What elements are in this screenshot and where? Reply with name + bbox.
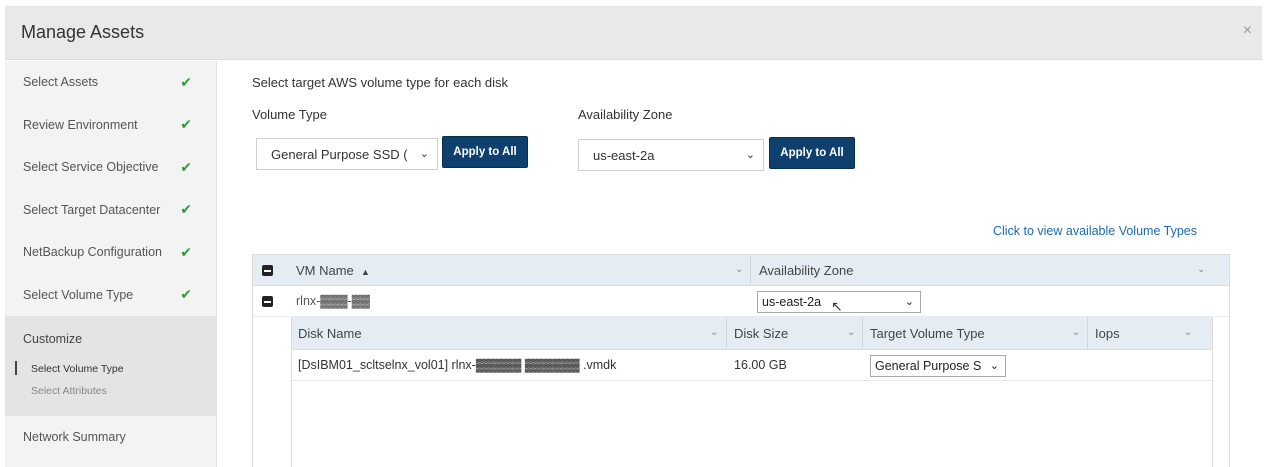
chevron-down-icon[interactable]: ⌄ [847, 327, 855, 338]
row-availability-zone-value: us-east-2a [762, 295, 822, 309]
column-divider [750, 255, 751, 286]
availability-zone-apply-button[interactable]: Apply to All [769, 137, 855, 169]
sidebar-item-label: Review Environment [23, 117, 138, 132]
chevron-down-icon[interactable]: ⌄ [735, 264, 743, 275]
check-icon: ✔ [180, 116, 192, 133]
chevron-down-icon[interactable]: ⌄ [1072, 327, 1080, 338]
target-volume-type-select[interactable]: General Purpose S ⌄ [870, 355, 1006, 377]
sidebar-item-label: Select Service Objective [23, 160, 159, 175]
dialog-header: Manage Assets × [5, 6, 1262, 60]
column-divider [1087, 317, 1088, 350]
column-header-vm-name[interactable]: VM Name ▲ [296, 263, 370, 278]
disk-grid: Disk Name ⌄ Disk Size ⌄ Target Volume Ty… [291, 317, 1213, 467]
view-volume-types-link[interactable]: Click to view available Volume Types [993, 224, 1197, 238]
vm-grid: VM Name ▲ ⌄ Availability Zone ⌄ rlnx-▓▓▓… [252, 254, 1230, 467]
chevron-down-icon[interactable]: ⌄ [710, 327, 718, 338]
sidebar-item-netbackup-configuration[interactable]: NetBackup Configuration ✔ [5, 231, 216, 274]
sidebar-item-select-assets[interactable]: Select Assets ✔ [5, 61, 216, 104]
instruction-text: Select target AWS volume type for each d… [252, 75, 509, 90]
sidebar-item-select-service-objective[interactable]: Select Service Objective ✔ [5, 146, 216, 189]
column-header-target-volume-type[interactable]: Target Volume Type [870, 326, 985, 341]
main-panel: Select target AWS volume type for each d… [232, 61, 1232, 467]
row-checkbox[interactable] [262, 296, 273, 307]
chevron-down-icon: ⌄ [745, 149, 755, 161]
sidebar-item-label: Select Volume Type [23, 287, 134, 302]
sort-ascending-icon: ▲ [361, 267, 370, 277]
column-header-disk-name[interactable]: Disk Name [298, 326, 362, 341]
select-all-checkbox[interactable] [262, 265, 273, 276]
availability-zone-label: Availability Zone [578, 107, 673, 122]
volume-type-label: Volume Type [252, 107, 327, 122]
sidebar-item-label: NetBackup Configuration [23, 245, 162, 260]
volume-type-apply-button[interactable]: Apply to All [442, 136, 528, 168]
sidebar-item-review-environment[interactable]: Review Environment ✔ [5, 104, 216, 147]
sidebar-item-select-volume-type[interactable]: Select Volume Type ✔ [5, 274, 216, 317]
wizard-sidebar: Select Assets ✔ Review Environment ✔ Sel… [5, 61, 217, 467]
vm-grid-header: VM Name ▲ ⌄ Availability Zone ⌄ [253, 255, 1229, 286]
disk-row[interactable]: [DsIBM01_scltselnx_vol01] rlnx-▓▓▓▓▓ ▓▓▓… [292, 350, 1212, 381]
dialog-title: Manage Assets [21, 22, 145, 42]
column-header-iops[interactable]: Iops [1095, 326, 1120, 341]
close-icon[interactable]: × [1243, 22, 1252, 40]
disk-name-cell: [DsIBM01_scltselnx_vol01] rlnx-▓▓▓▓▓ ▓▓▓… [298, 358, 617, 372]
disk-grid-header: Disk Name ⌄ Disk Size ⌄ Target Volume Ty… [292, 317, 1212, 350]
chevron-down-icon: ⌄ [419, 148, 429, 160]
vm-name-cell: rlnx-▓▓▓-▓▓ [296, 294, 371, 308]
sidebar-item-network-summary[interactable]: Network Summary [5, 416, 216, 458]
sidebar-subitem-select-attributes[interactable]: Select Attributes [5, 380, 216, 402]
chevron-down-icon[interactable]: ⌄ [1184, 327, 1192, 338]
chevron-down-icon[interactable]: ⌄ [1197, 264, 1205, 275]
check-icon: ✔ [180, 243, 192, 260]
check-icon: ✔ [180, 158, 192, 175]
availability-zone-value: us-east-2a [593, 147, 655, 163]
availability-zone-select[interactable]: us-east-2a ⌄ [578, 139, 764, 171]
sidebar-group-customize: Customize Select Volume Type Select Attr… [5, 316, 216, 416]
column-divider [726, 317, 727, 350]
column-header-availability-zone[interactable]: Availability Zone [759, 263, 853, 278]
sidebar-item-select-target-datacenter[interactable]: Select Target Datacenter ✔ [5, 189, 216, 232]
sidebar-subitem-select-volume-type[interactable]: Select Volume Type [5, 358, 216, 380]
sidebar-item-label: Select Target Datacenter [23, 202, 161, 217]
sidebar-item-label: Select Assets [23, 75, 99, 90]
disk-detail-area: Disk Name ⌄ Disk Size ⌄ Target Volume Ty… [253, 317, 1229, 467]
column-header-disk-size[interactable]: Disk Size [734, 326, 788, 341]
chevron-down-icon: ⌄ [904, 296, 914, 308]
column-divider [862, 317, 863, 350]
mouse-pointer-icon: ↖ [831, 298, 843, 314]
check-icon: ✔ [180, 73, 192, 90]
column-header-label: VM Name [296, 263, 354, 278]
disk-size-cell: 16.00 GB [734, 358, 787, 372]
target-volume-type-value: General Purpose S [875, 359, 982, 373]
sidebar-group-title[interactable]: Customize [5, 322, 216, 358]
chevron-down-icon: ⌄ [989, 360, 999, 372]
check-icon: ✔ [180, 286, 192, 303]
volume-type-select[interactable]: General Purpose SSD ( ⌄ [256, 138, 438, 170]
volume-type-value: General Purpose SSD ( [271, 146, 408, 162]
vm-row[interactable]: rlnx-▓▓▓-▓▓ us-east-2a ⌄ ↖ [253, 286, 1229, 317]
check-icon: ✔ [180, 201, 192, 218]
